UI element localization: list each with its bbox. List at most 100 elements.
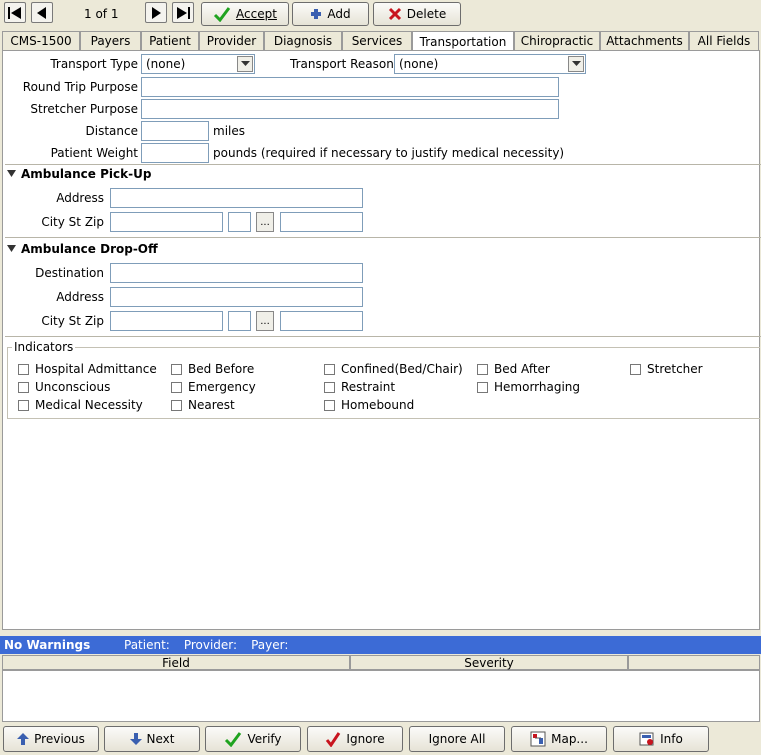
- first-record-button[interactable]: [4, 2, 26, 23]
- record-counter: 1 of 1: [84, 7, 119, 21]
- dropoff-address-input[interactable]: [110, 287, 363, 307]
- next-icon: [152, 6, 161, 19]
- dropoff-address-label: Address: [56, 290, 104, 304]
- dropoff-zip-input[interactable]: [280, 311, 363, 331]
- info-icon: [639, 732, 654, 746]
- dropoff-state-input[interactable]: [228, 311, 251, 331]
- last-record-button[interactable]: [172, 2, 194, 23]
- weight-unit: pounds (required if necessary to justify…: [213, 146, 565, 160]
- tab-all-fields[interactable]: All Fields: [689, 31, 759, 50]
- previous-icon: [37, 6, 46, 19]
- column-header-empty: [628, 655, 760, 670]
- check-icon: [225, 732, 242, 747]
- chevron-down-icon[interactable]: [568, 56, 584, 72]
- checkbox-confined[interactable]: Confined(Bed/Chair): [324, 362, 463, 376]
- checkbox-hemorrhaging[interactable]: Hemorrhaging: [477, 380, 580, 394]
- transportation-panel: Transport Type (none) Transport Reason (…: [2, 50, 761, 630]
- stretcher-purpose-label: Stretcher Purpose: [30, 102, 138, 116]
- patient-weight-label: Patient Weight: [50, 146, 138, 160]
- checkbox-bed-before[interactable]: Bed Before: [171, 362, 254, 376]
- checkbox-unconscious[interactable]: Unconscious: [18, 380, 110, 394]
- verify-button[interactable]: Verify: [205, 726, 301, 752]
- tab-patient[interactable]: Patient: [141, 31, 199, 50]
- info-button[interactable]: Info: [613, 726, 709, 752]
- previous-button[interactable]: Previous: [3, 726, 99, 752]
- previous-record-button[interactable]: [31, 2, 53, 23]
- pickup-city-input[interactable]: [110, 212, 223, 232]
- chevron-down-icon[interactable]: [237, 56, 253, 72]
- down-arrow-icon: [129, 733, 142, 745]
- add-label: Add: [327, 7, 351, 21]
- warnings-title: No Warnings: [4, 638, 91, 652]
- warnings-grid[interactable]: [2, 670, 760, 722]
- transport-reason-select[interactable]: (none): [394, 54, 586, 74]
- tab-attachments[interactable]: Attachments: [600, 31, 689, 50]
- transport-type-value: (none): [146, 57, 186, 71]
- transport-reason-value: (none): [399, 57, 439, 71]
- map-icon: [530, 731, 546, 747]
- distance-input[interactable]: [141, 121, 209, 141]
- tab-services[interactable]: Services: [342, 31, 412, 50]
- patient-weight-input[interactable]: [141, 143, 209, 163]
- tab-diagnosis[interactable]: Diagnosis: [264, 31, 342, 50]
- round-trip-label: Round Trip Purpose: [22, 80, 138, 94]
- delete-label: Delete: [406, 7, 447, 21]
- column-header-field[interactable]: Field: [2, 655, 350, 670]
- dropoff-city-input[interactable]: [110, 311, 223, 331]
- check-icon: [213, 7, 231, 22]
- warnings-bar: No Warnings Patient: Provider: Payer:: [0, 636, 761, 654]
- next-button[interactable]: Next: [104, 726, 200, 752]
- transport-type-label: Transport Type: [50, 57, 138, 71]
- next-record-button[interactable]: [145, 2, 167, 23]
- divider: [5, 164, 761, 165]
- distance-label: Distance: [85, 124, 138, 138]
- collapse-triangle-icon: [7, 245, 16, 252]
- up-arrow-icon: [17, 733, 30, 745]
- checkbox-homebound[interactable]: Homebound: [324, 398, 414, 412]
- tab-payers[interactable]: Payers: [80, 31, 141, 50]
- checkbox-emergency[interactable]: Emergency: [171, 380, 256, 394]
- delete-button[interactable]: Delete: [373, 2, 461, 26]
- checkbox-bed-after[interactable]: Bed After: [477, 362, 550, 376]
- accept-label: Accept: [236, 7, 277, 21]
- checkbox-medical-necessity[interactable]: Medical Necessity: [18, 398, 143, 412]
- transport-type-select[interactable]: (none): [141, 54, 255, 74]
- checkbox-hospital-admittance[interactable]: Hospital Admittance: [18, 362, 157, 376]
- dropoff-section-header[interactable]: Ambulance Drop-Off: [7, 242, 158, 256]
- red-check-icon: [326, 732, 341, 747]
- pickup-address-input[interactable]: [110, 188, 363, 208]
- tab-chiropractic[interactable]: Chiropractic: [514, 31, 600, 50]
- ignore-button[interactable]: Ignore: [307, 726, 403, 752]
- column-header-severity[interactable]: Severity: [350, 655, 628, 670]
- tab-cms-1500[interactable]: CMS-1500: [2, 31, 80, 50]
- tab-provider[interactable]: Provider: [199, 31, 264, 50]
- pickup-zip-input[interactable]: [280, 212, 363, 232]
- round-trip-input[interactable]: [141, 77, 559, 97]
- ignore-all-button[interactable]: Ignore All: [409, 726, 505, 752]
- tab-transportation[interactable]: Transportation: [412, 31, 514, 51]
- first-icon: [8, 6, 21, 19]
- indicators-title: Indicators: [12, 340, 76, 354]
- divider: [5, 336, 761, 337]
- last-icon: [177, 6, 190, 19]
- checkbox-restraint[interactable]: Restraint: [324, 380, 395, 394]
- dropoff-destination-input[interactable]: [110, 263, 363, 283]
- warnings-payer-label: Payer:: [251, 638, 289, 652]
- pickup-section-header[interactable]: Ambulance Pick-Up: [7, 167, 151, 181]
- add-button[interactable]: Add: [292, 2, 369, 26]
- dropoff-city-label: City St Zip: [41, 314, 104, 328]
- map-button[interactable]: Map...: [511, 726, 607, 752]
- divider: [5, 237, 761, 238]
- pickup-city-label: City St Zip: [41, 215, 104, 229]
- checkbox-nearest[interactable]: Nearest: [171, 398, 235, 412]
- pickup-state-input[interactable]: [228, 212, 251, 232]
- warnings-patient-label: Patient:: [124, 638, 170, 652]
- pickup-lookup-button[interactable]: ...: [256, 212, 274, 232]
- dropoff-lookup-button[interactable]: ...: [256, 311, 274, 331]
- transport-reason-label: Transport Reason: [290, 57, 394, 71]
- stretcher-purpose-input[interactable]: [141, 99, 559, 119]
- accept-button[interactable]: Accept: [201, 2, 289, 26]
- pickup-address-label: Address: [56, 191, 104, 205]
- delete-x-icon: [388, 7, 401, 21]
- checkbox-stretcher[interactable]: Stretcher: [630, 362, 703, 376]
